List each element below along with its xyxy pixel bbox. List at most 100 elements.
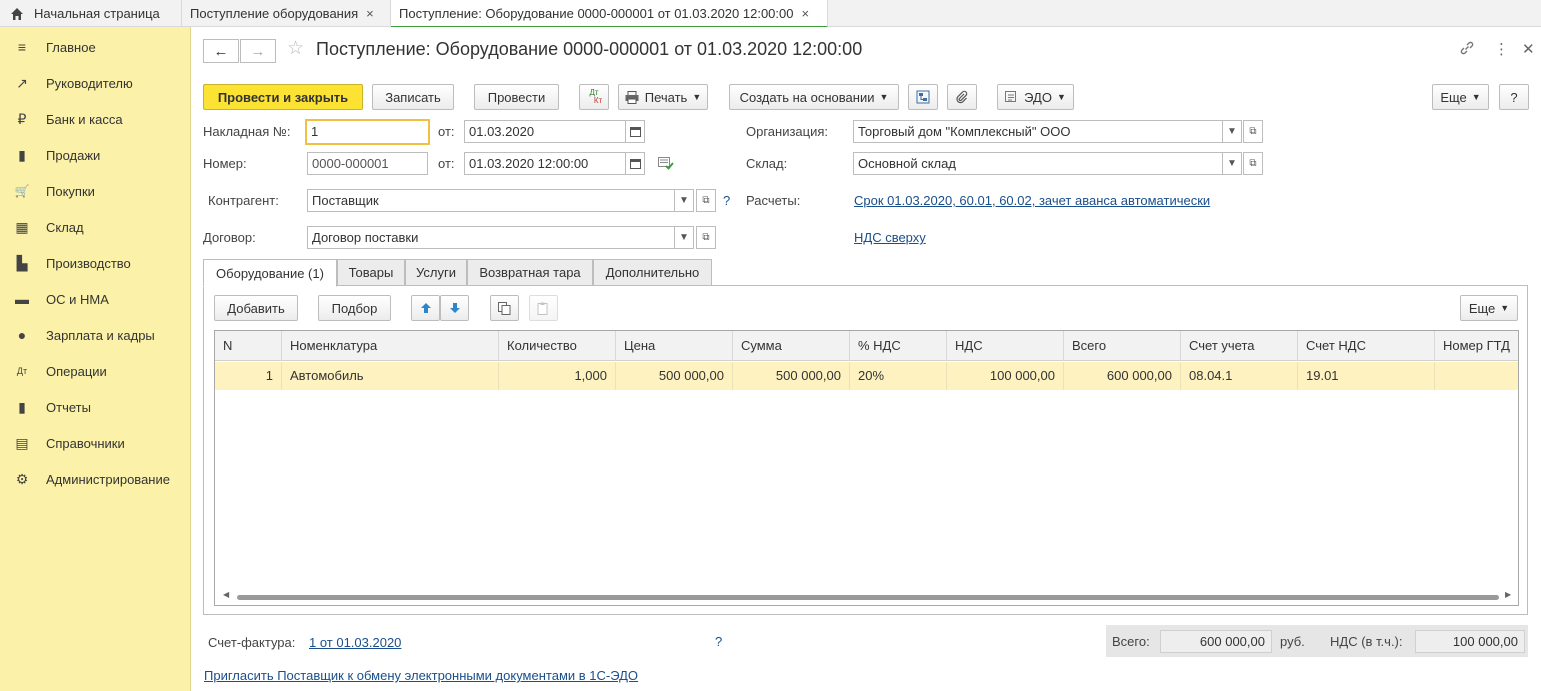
attach-button[interactable] [947, 84, 977, 110]
save-button[interactable]: Записать [372, 84, 454, 110]
tab-goods[interactable]: Товары [337, 259, 405, 286]
cell-nomenclature[interactable]: Автомобиль [282, 362, 499, 390]
posted-status-icon[interactable] [658, 157, 674, 173]
pick-button[interactable]: Подбор [318, 295, 391, 321]
invoice-link[interactable]: 1 от 01.03.2020 [309, 635, 401, 650]
column-header[interactable]: Счет учета [1181, 331, 1298, 361]
vat-on-top-link[interactable]: НДС сверху [854, 230, 926, 245]
tab-returnable-packaging[interactable]: Возвратная тара [467, 259, 593, 286]
invoice-date-input[interactable]: 01.03.2020 [464, 120, 626, 143]
sidebar-item-salary[interactable]: ● Зарплата и кадры [0, 317, 190, 353]
add-row-button[interactable]: Добавить [214, 295, 298, 321]
star-icon[interactable]: ☆ [287, 37, 304, 60]
cell-vat[interactable]: 100 000,00 [947, 362, 1064, 390]
sidebar-item-operations[interactable]: Дт Операции [0, 353, 190, 389]
chevron-down-icon[interactable]: ▼ [1222, 152, 1242, 175]
print-button[interactable]: Печать ▼ [618, 84, 708, 110]
column-header[interactable]: N [215, 331, 282, 361]
sidebar-item-production[interactable]: ▙ Производство [0, 245, 190, 281]
column-header[interactable]: Количество [499, 331, 616, 361]
column-header[interactable]: Цена [616, 331, 733, 361]
post-button[interactable]: Провести [474, 84, 559, 110]
close-icon[interactable]: ✕ [1522, 40, 1535, 58]
invoice-number-input[interactable]: 1 [305, 119, 430, 145]
sidebar-item-bank[interactable]: ₽ Банк и касса [0, 101, 190, 137]
more-vertical-icon[interactable]: ⋮ [1494, 40, 1509, 58]
tab-equipment[interactable]: Оборудование (1) [203, 259, 337, 287]
help-icon[interactable]: ? [715, 634, 722, 649]
column-header[interactable]: Счет НДС [1298, 331, 1435, 361]
copy-row-button[interactable] [490, 295, 519, 321]
table-row[interactable]: 1 Автомобиль 1,000 500 000,00 500 000,00… [215, 362, 1518, 390]
open-icon[interactable]: ⧉ [696, 189, 716, 212]
column-header[interactable]: НДС [947, 331, 1064, 361]
sidebar-item-assets[interactable]: ▬ ОС и НМА [0, 281, 190, 317]
column-header[interactable]: Номер ГТД [1435, 331, 1518, 361]
open-icon[interactable]: ⧉ [1243, 152, 1263, 175]
cell-total[interactable]: 600 000,00 [1064, 362, 1181, 390]
sidebar-item-admin[interactable]: ⚙ Администрирование [0, 461, 190, 497]
close-icon[interactable]: × [801, 6, 809, 21]
number-input[interactable]: 0000-000001 [307, 152, 428, 175]
cell-price[interactable]: 500 000,00 [616, 362, 733, 390]
edo-button[interactable]: ЭДО ▼ [997, 84, 1074, 110]
paste-row-button[interactable] [529, 295, 558, 321]
chevron-down-icon[interactable]: ▼ [674, 189, 694, 212]
tab-services[interactable]: Услуги [405, 259, 467, 286]
more-button[interactable]: Еще ▼ [1432, 84, 1489, 110]
cell-customs-number[interactable] [1435, 362, 1518, 390]
column-header[interactable]: Номенклатура [282, 331, 499, 361]
structure-button[interactable] [908, 84, 938, 110]
scroll-left-icon[interactable]: ◀ [223, 590, 229, 599]
equipment-table[interactable]: N Номенклатура Количество Цена Сумма % Н… [214, 330, 1519, 606]
sidebar-item-catalogs[interactable]: ▤ Справочники [0, 425, 190, 461]
cell-vat-rate[interactable]: 20% [850, 362, 947, 390]
dt-kt-button[interactable]: Дт Кт [579, 84, 609, 110]
move-down-button[interactable] [440, 295, 469, 321]
back-button[interactable]: ← [203, 39, 239, 63]
post-and-close-button[interactable]: Провести и закрыть [203, 84, 363, 110]
table-more-button[interactable]: Еще ▼ [1460, 295, 1518, 321]
sidebar-item-sales[interactable]: ▮ Продажи [0, 137, 190, 173]
tab-additional[interactable]: Дополнительно [593, 259, 712, 286]
sidebar-item-main[interactable]: ≡ Главное [0, 29, 190, 65]
open-icon[interactable]: ⧉ [696, 226, 716, 249]
number-date-input[interactable]: 01.03.2020 12:00:00 [464, 152, 626, 175]
close-icon[interactable]: × [366, 6, 374, 21]
forward-button[interactable]: → [240, 39, 276, 63]
help-button[interactable]: ? [1499, 84, 1529, 110]
warehouse-input[interactable]: Основной склад [853, 152, 1223, 175]
cell-vat-account[interactable]: 19.01 [1298, 362, 1435, 390]
open-icon[interactable]: ⧉ [1243, 120, 1263, 143]
calendar-icon[interactable] [625, 120, 645, 143]
column-header[interactable]: % НДС [850, 331, 947, 361]
cell-account[interactable]: 08.04.1 [1181, 362, 1298, 390]
scroll-right-icon[interactable]: ▶ [1505, 590, 1511, 599]
column-header[interactable]: Всего [1064, 331, 1181, 361]
sidebar-item-manager[interactable]: ↗ Руководителю [0, 65, 190, 101]
link-icon[interactable] [1459, 40, 1475, 60]
cell-amount[interactable]: 500 000,00 [733, 362, 850, 390]
move-up-button[interactable] [411, 295, 440, 321]
calendar-icon[interactable] [625, 152, 645, 175]
counterparty-input[interactable]: Поставщик [307, 189, 675, 212]
tab-home[interactable]: Начальная страница [0, 0, 182, 27]
tab-current-document[interactable]: Поступление: Оборудование 0000-000001 от… [391, 0, 828, 28]
create-based-on-button[interactable]: Создать на основании ▼ [729, 84, 899, 110]
sidebar-item-reports[interactable]: ▮ Отчеты [0, 389, 190, 425]
sidebar-item-purchases[interactable]: 🛒 Покупки [0, 173, 190, 209]
chevron-down-icon[interactable]: ▼ [1222, 120, 1242, 143]
chevron-down-icon[interactable]: ▼ [674, 226, 694, 249]
invite-edo-link[interactable]: Пригласить Поставщик к обмену электронны… [204, 668, 638, 683]
cell-number[interactable]: 1 [215, 362, 282, 390]
cell-quantity[interactable]: 1,000 [499, 362, 616, 390]
tab-equipment-receipts[interactable]: Поступление оборудования × [182, 0, 391, 27]
scrollbar-thumb[interactable] [237, 595, 1499, 600]
sidebar-item-warehouse[interactable]: ▦ Склад [0, 209, 190, 245]
help-icon[interactable]: ? [723, 193, 730, 208]
horizontal-scrollbar[interactable]: ◀ ▶ [223, 590, 1513, 601]
settlements-link[interactable]: Срок 01.03.2020, 60.01, 60.02, зачет ава… [854, 193, 1210, 208]
contract-input[interactable]: Договор поставки [307, 226, 675, 249]
organization-input[interactable]: Торговый дом "Комплексный" ООО [853, 120, 1223, 143]
column-header[interactable]: Сумма [733, 331, 850, 361]
